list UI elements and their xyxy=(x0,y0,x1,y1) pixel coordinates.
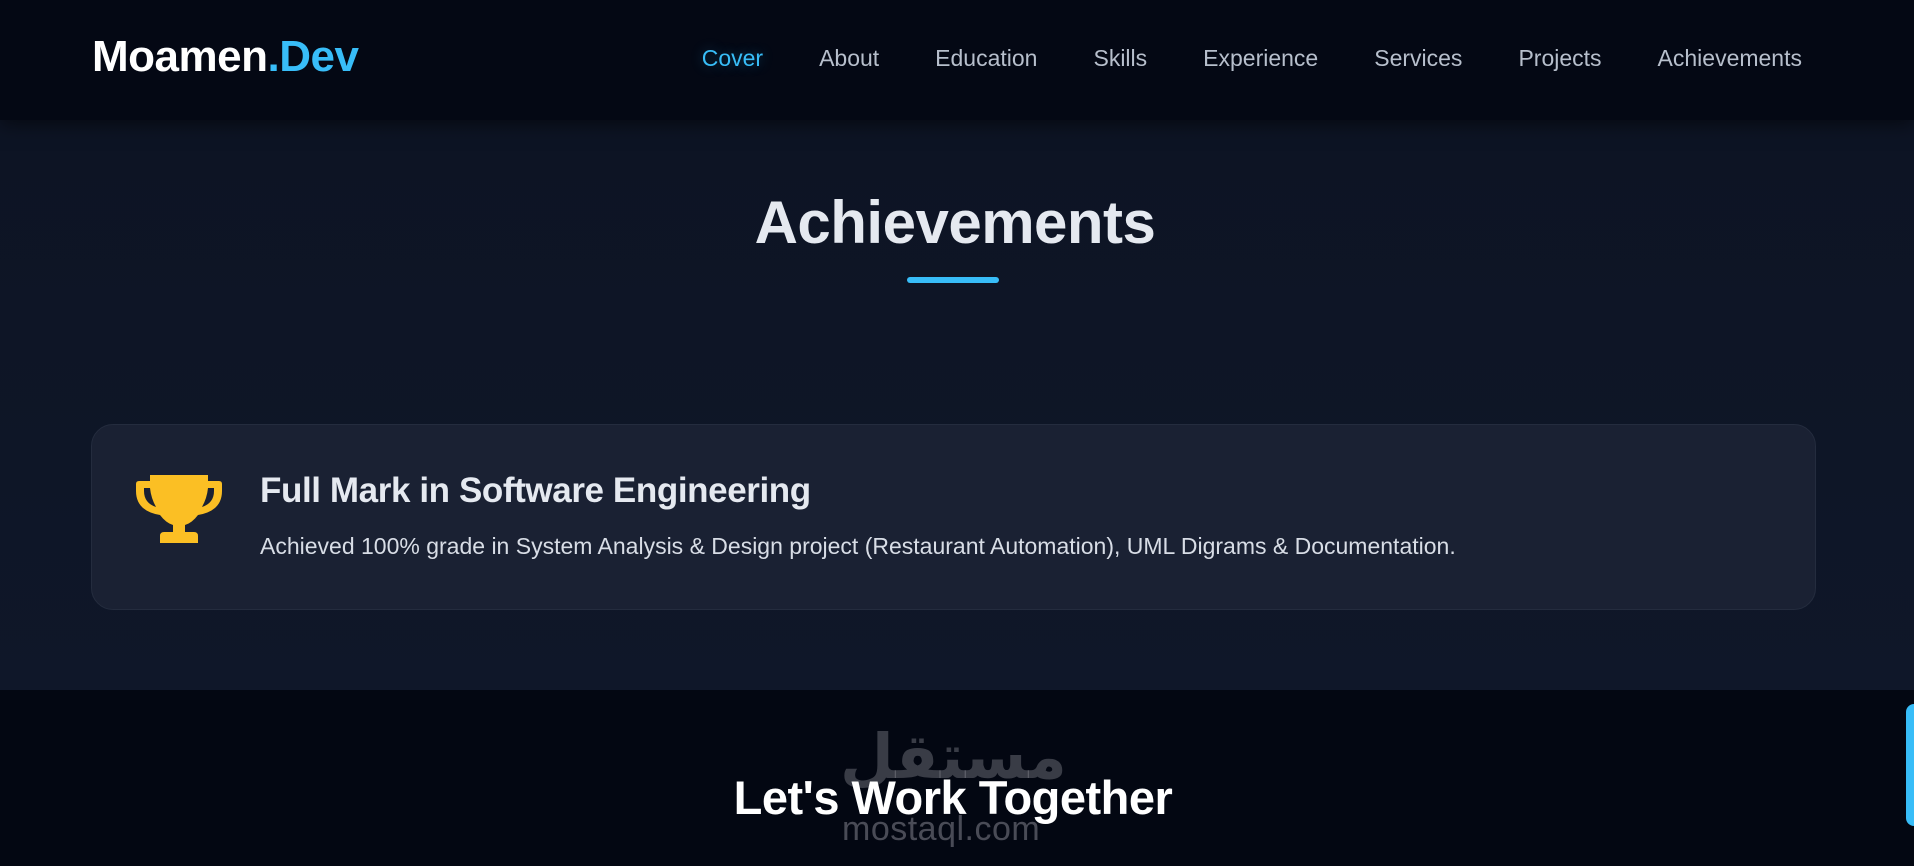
cta-section: مستقل Let's Work Together mostaql.com xyxy=(0,690,1914,866)
nav-link-experience[interactable]: Experience xyxy=(1203,38,1318,78)
achievement-card: Full Mark in Software Engineering Achiev… xyxy=(91,424,1816,610)
nav-link-services[interactable]: Services xyxy=(1374,38,1462,78)
nav-link-about[interactable]: About xyxy=(819,38,879,78)
achievement-description: Achieved 100% grade in System Analysis &… xyxy=(260,533,1456,559)
nav-links: Cover About Education Skills Experience … xyxy=(702,38,1802,78)
logo-accent: .Dev xyxy=(267,32,359,81)
title-underline xyxy=(907,277,999,283)
section-title: Achievements xyxy=(754,189,1156,256)
trophy-icon xyxy=(136,475,222,543)
logo-main: Moamen xyxy=(92,32,268,81)
nav-link-projects[interactable]: Projects xyxy=(1518,38,1601,78)
achievements-section: Achievements Full Mark in Software Engin… xyxy=(0,120,1914,690)
nav-link-cover[interactable]: Cover xyxy=(702,38,763,78)
navbar: Moamen.Dev Cover About Education Skills … xyxy=(0,0,1914,120)
nav-link-achievements[interactable]: Achievements xyxy=(1658,38,1802,78)
achievement-title: Full Mark in Software Engineering xyxy=(260,471,811,510)
nav-link-education[interactable]: Education xyxy=(935,38,1037,78)
site-logo[interactable]: Moamen.Dev xyxy=(92,30,359,84)
scroll-to-top-tab[interactable] xyxy=(1906,704,1914,826)
watermark-latin: mostaql.com xyxy=(842,810,1041,848)
page: Moamen.Dev Cover About Education Skills … xyxy=(0,0,1914,866)
nav-link-skills[interactable]: Skills xyxy=(1093,38,1147,78)
